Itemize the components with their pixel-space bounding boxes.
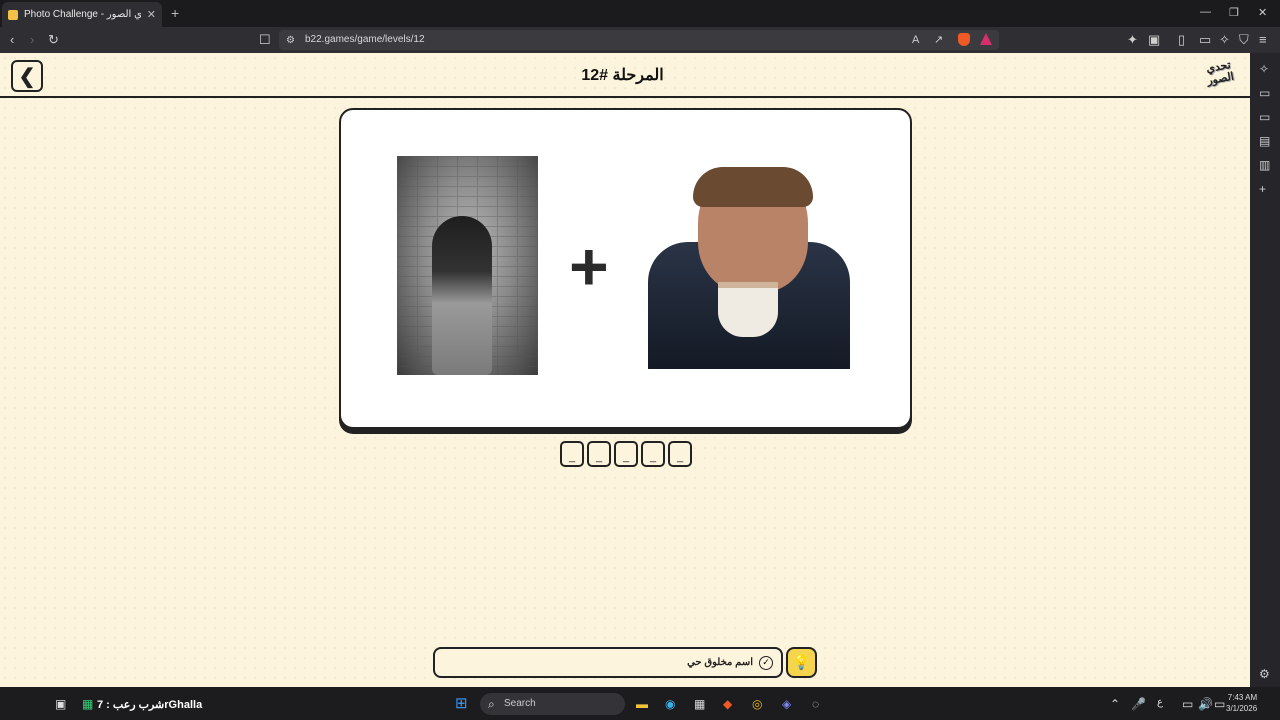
page-header: ❮ المرحلة #12 تحدي الصور [0,53,1250,98]
clock-time: 7:43 AM [1227,693,1258,702]
restore-icon[interactable]: ❐ [1229,6,1239,19]
volume-icon[interactable]: 🔊 [1198,697,1213,711]
lightbulb-icon: 💡 [792,654,811,670]
game-logo[interactable]: تحدي الصور [1200,58,1241,94]
level-title: المرحلة #12 [581,67,664,84]
coffee-man-photo [648,167,850,369]
add-panel-icon[interactable]: + [1259,182,1266,196]
network-icon[interactable]: ▭ [1182,697,1193,711]
reading-list-icon[interactable]: ▥ [1259,158,1270,172]
bookmark-icon[interactable]: ☐ [259,32,271,48]
wallet-icon[interactable]: ▭ [1199,32,1211,48]
brave-taskbar-icon[interactable]: ◆ [723,697,732,711]
clock-date: 3/1/2026 [1226,704,1258,713]
answer-slots: _ _ _ _ _ [560,441,692,467]
tab-strip [0,0,1280,27]
taskbar-app-label[interactable]: شرب رعب : 7rGhalla [97,698,202,711]
hint-bar: ✓ اسم مخلوق حي [433,647,783,678]
wallet-side-icon[interactable]: ▭ [1259,110,1270,124]
settings-icon[interactable]: ⚙ [1259,667,1270,681]
playlist-icon[interactable]: ▭ [1259,86,1270,100]
coffee-cup [718,282,778,337]
tab-favicon-icon [8,9,18,20]
search-label: Search [504,698,536,709]
chrome-icon[interactable]: ◎ [752,697,762,711]
answer-slot[interactable]: _ [668,441,692,467]
answer-slot[interactable]: _ [560,441,584,467]
browser-side-panel [1250,53,1280,687]
store-icon[interactable]: ▦ [694,697,705,711]
minimize-icon[interactable]: — [1200,6,1211,18]
brave-rewards-icon[interactable] [980,33,992,45]
back-nav-icon[interactable]: ‹ [10,32,14,48]
game-page: ❮ المرحلة #12 تحدي الصور + _ _ _ _ _ ✓ ا… [0,53,1250,687]
app-icon[interactable]: ▦ [82,697,93,711]
translate-icon[interactable]: A [912,32,919,48]
new-tab-icon[interactable]: + [171,5,179,21]
back-button[interactable]: ❮ [11,60,43,92]
answer-slot[interactable]: _ [587,441,611,467]
menu-icon[interactable]: ≡ [1259,32,1267,48]
puzzle-card: + [339,108,912,429]
hint-button[interactable]: 💡 [786,647,817,678]
media-icon[interactable]: ▣ [1148,32,1160,48]
bookmarks-side-icon[interactable]: ▤ [1259,134,1270,148]
taskbar-search[interactable]: Search [480,693,625,715]
sidebar-toggle-icon[interactable]: ▯ [1178,32,1185,48]
start-icon[interactable]: ⊞ [455,694,468,712]
answer-slot[interactable]: _ [641,441,665,467]
extensions-icon[interactable]: ✦ [1127,32,1138,48]
widget-icon[interactable]: ▣ [55,697,66,711]
photo-hair [693,167,813,207]
plus-icon: + [569,229,609,305]
leo-icon[interactable]: ✧ [1259,62,1269,76]
clock[interactable]: 7:43 AM 3/1/2026 [1226,692,1257,714]
vpn-icon[interactable]: ⛉ [1239,32,1249,48]
forward-nav-icon[interactable]: › [30,32,34,48]
url-text[interactable]: b22.games/game/levels/12 [305,34,425,45]
reload-icon[interactable]: ↻ [48,32,59,48]
chevron-left-icon: ❮ [18,65,36,88]
hint-text: اسم مخلوق حي [687,657,753,668]
browser-tab[interactable]: Photo Challenge - تحدي الصور ✕ [2,2,162,27]
mic-icon[interactable]: 🎤 [1131,697,1146,711]
battery-icon[interactable]: ▭ [1214,697,1225,711]
search-icon: ⌕ [488,697,495,711]
edge-icon[interactable]: ◉ [665,697,675,711]
brave-shields-icon[interactable] [958,33,970,46]
close-tab-icon[interactable]: ✕ [147,8,156,21]
close-window-icon[interactable]: ✕ [1258,6,1267,19]
tab-title: Photo Challenge - تحدي الصور [24,9,141,20]
ghost-figure [432,216,492,375]
hint-badge-icon: ✓ [759,655,773,670]
answer-slot[interactable]: _ [614,441,638,467]
language-indicator[interactable]: ع [1157,697,1163,708]
app-taskbar-icon[interactable]: ◌ [812,697,819,711]
share-icon[interactable]: ↗ [934,32,943,48]
discord-icon[interactable]: ◈ [782,697,791,711]
tray-chevron-icon[interactable]: ⌃ [1110,697,1120,711]
leo-ai-icon[interactable]: ✧ [1219,32,1230,48]
site-info-icon[interactable]: ⚙ [286,33,295,49]
ghost-photo [397,156,538,375]
file-explorer-icon[interactable]: ▬ [636,697,648,711]
